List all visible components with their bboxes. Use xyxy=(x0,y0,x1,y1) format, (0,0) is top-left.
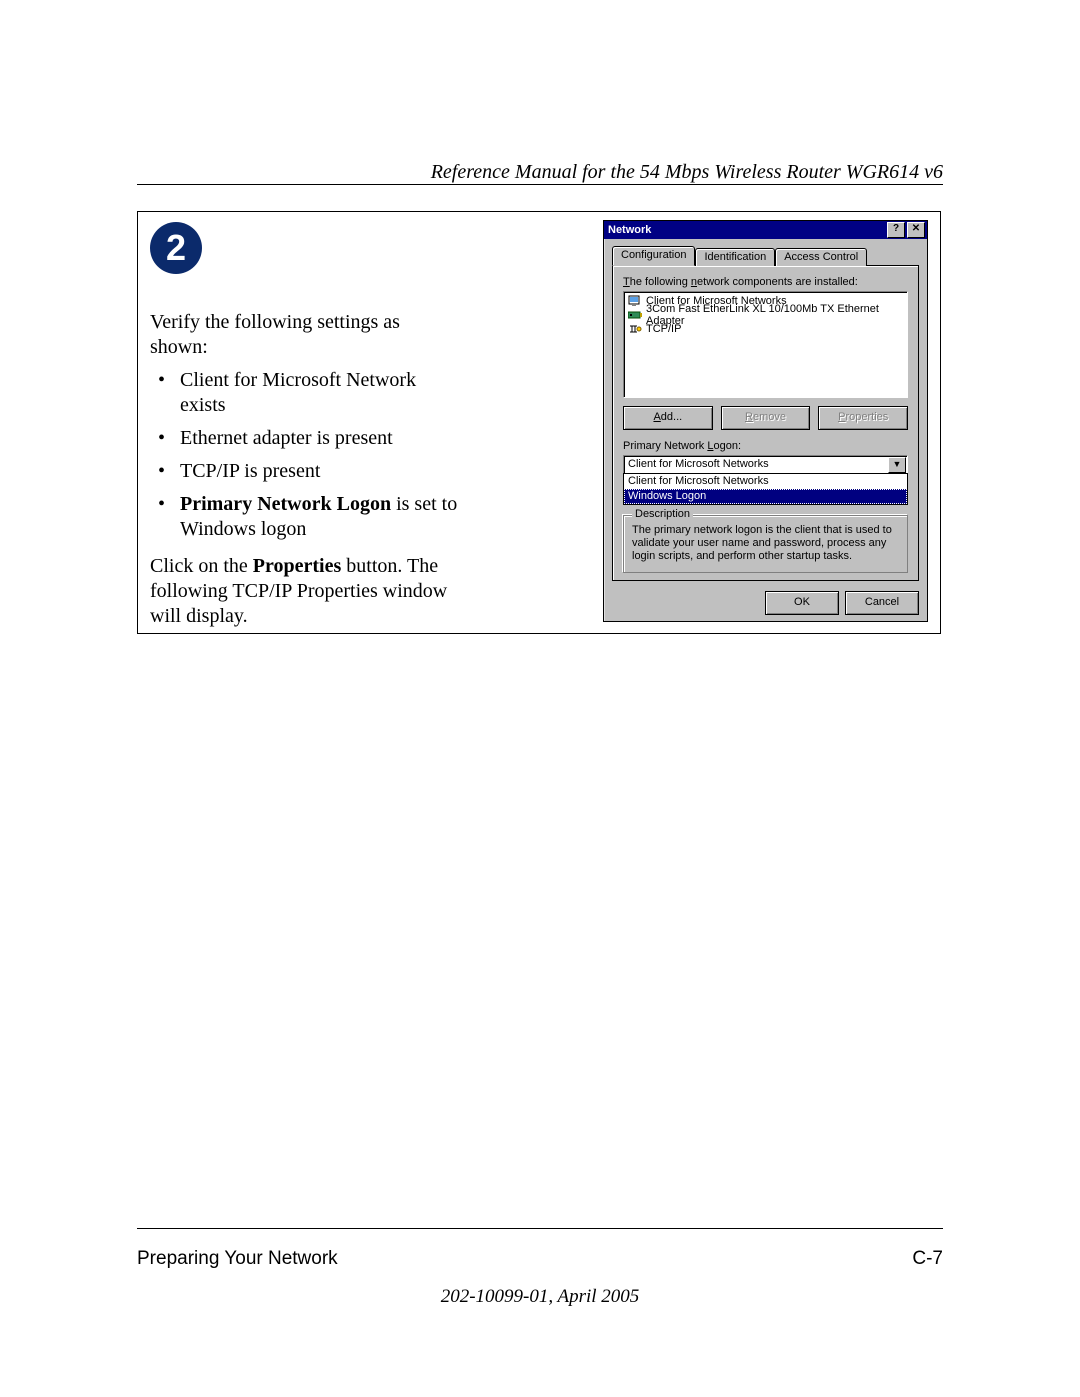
cancel-button[interactable]: Cancel xyxy=(845,591,919,615)
description-body: The primary network logon is the client … xyxy=(632,524,899,564)
footer-page-number: C-7 xyxy=(912,1248,943,1270)
outro-prefix: Click on the xyxy=(150,555,253,577)
primary-logon-dropdown[interactable]: Client for Microsoft Networks Windows Lo… xyxy=(623,473,908,505)
list-item[interactable]: 3Com Fast EtherLink XL 10/100Mb TX Ether… xyxy=(626,308,905,322)
properties-button[interactable]: Properties xyxy=(818,406,908,430)
footer-doc-id: 202-10099-01, April 2005 xyxy=(0,1286,1080,1308)
step-outro: Click on the Properties button. The foll… xyxy=(150,554,462,629)
combo-option-selected[interactable]: Windows Logon xyxy=(624,489,907,504)
remove-button[interactable]: Remove xyxy=(721,406,811,430)
protocol-icon xyxy=(628,323,642,335)
list-item: Primary Network Logon is set to Windows … xyxy=(150,492,462,542)
tab-panel-configuration: The following network components are ins… xyxy=(612,265,919,581)
footer-section-title: Preparing Your Network xyxy=(137,1248,338,1270)
step-intro: Verify the following settings as shown: xyxy=(150,310,462,360)
tab-row: Configuration Identification Access Cont… xyxy=(612,245,919,265)
dialog-body: Configuration Identification Access Cont… xyxy=(604,239,927,621)
running-header: Reference Manual for the 54 Mbps Wireles… xyxy=(431,161,943,184)
tab-identification[interactable]: Identification xyxy=(695,248,775,266)
close-button[interactable]: ✕ xyxy=(907,222,925,238)
list-item: Ethernet adapter is present xyxy=(150,426,462,451)
components-label: The following network components are ins… xyxy=(623,276,908,288)
adapter-icon xyxy=(628,309,642,321)
list-item-label: TCP/IP xyxy=(646,323,681,335)
components-listbox[interactable]: Client for Microsoft Networks 3Com Fast … xyxy=(623,291,908,398)
list-item-bold: Primary Network Logon xyxy=(180,493,391,515)
combo-value: Client for Microsoft Networks xyxy=(628,458,769,470)
dialog-footer: OK Cancel xyxy=(765,591,919,615)
list-item: TCP/IP is present xyxy=(150,459,462,484)
step-box: 2 Verify the following settings as shown… xyxy=(137,211,941,634)
dialog-titlebar[interactable]: Network ? ✕ xyxy=(604,221,927,239)
step-badge: 2 xyxy=(150,222,202,274)
dialog-title: Network xyxy=(608,224,885,236)
combo-option[interactable]: Client for Microsoft Networks xyxy=(624,474,907,489)
list-item: Client for Microsoft Network exists xyxy=(150,368,462,418)
add-button[interactable]: Add... xyxy=(623,406,713,430)
component-buttons: Add... Remove Properties xyxy=(623,406,908,430)
help-button[interactable]: ? xyxy=(887,222,905,238)
outro-bold: Properties xyxy=(253,555,342,577)
description-title: Description xyxy=(632,508,693,520)
primary-logon-label: Primary Network Logon: xyxy=(623,440,908,452)
tab-configuration[interactable]: Configuration xyxy=(612,246,695,266)
header-rule xyxy=(137,184,943,185)
chevron-down-icon[interactable]: ▼ xyxy=(888,457,906,473)
footer-rule xyxy=(137,1228,943,1229)
client-icon xyxy=(628,295,642,307)
primary-logon-combo[interactable]: Client for Microsoft Networks ▼ Client f… xyxy=(623,455,908,475)
ok-button[interactable]: OK xyxy=(765,591,839,615)
page: Reference Manual for the 54 Mbps Wireles… xyxy=(0,0,1080,1397)
step-text-column: 2 Verify the following settings as shown… xyxy=(150,222,462,629)
network-dialog: Network ? ✕ Configuration Identification… xyxy=(603,220,928,622)
list-item-label: 3Com Fast EtherLink XL 10/100Mb TX Ether… xyxy=(646,303,905,327)
verify-list: Client for Microsoft Network exists Ethe… xyxy=(150,368,462,542)
description-groupbox: Description The primary network logon is… xyxy=(623,515,908,573)
tab-access-control[interactable]: Access Control xyxy=(775,248,867,266)
